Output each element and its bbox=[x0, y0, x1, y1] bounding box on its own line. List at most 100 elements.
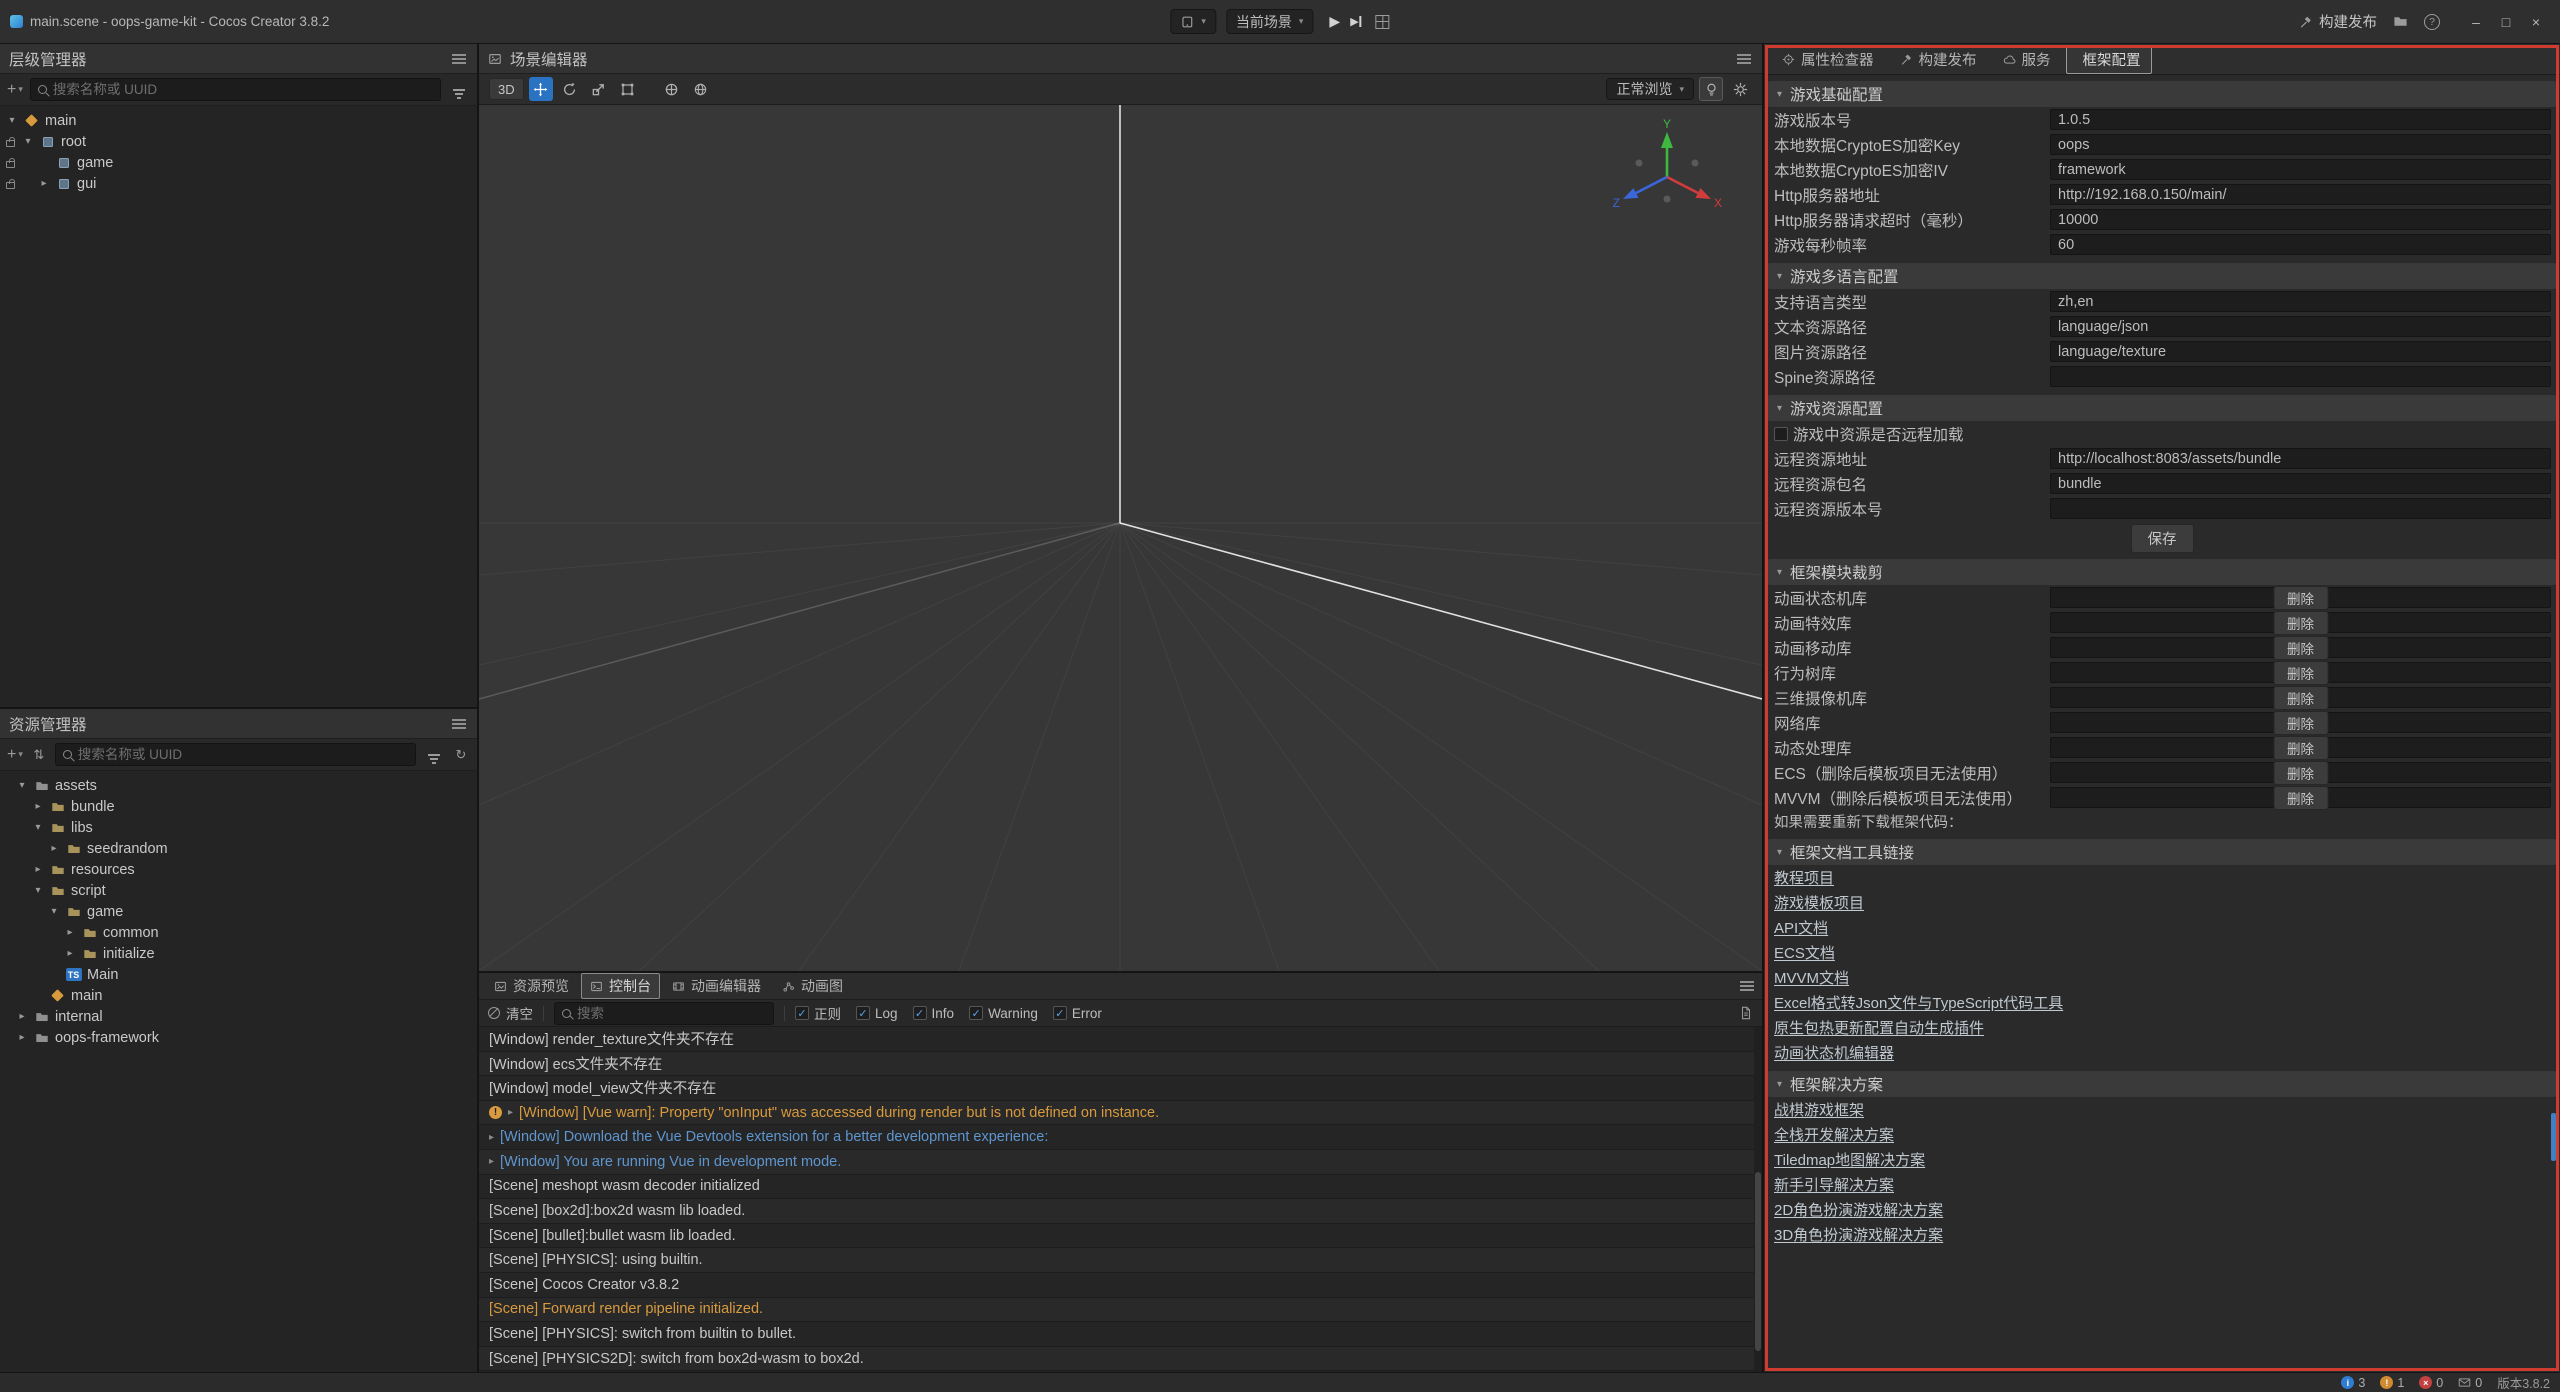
open-log-file-icon[interactable] bbox=[1739, 1006, 1753, 1020]
scene-select[interactable]: 当前场景 ▾ bbox=[1226, 9, 1314, 34]
doc-link[interactable]: 动画状态机编辑器 bbox=[1774, 1042, 1894, 1063]
inspector-scrollbar-thumb[interactable] bbox=[2551, 1113, 2556, 1161]
expand-arrow-icon[interactable]: ▸ bbox=[16, 1032, 28, 1043]
inspector-tab[interactable]: 服务 bbox=[1992, 45, 2062, 74]
build-publish-button[interactable]: 构建发布 bbox=[2299, 11, 2377, 32]
solution-link[interactable]: Tiledmap地图解决方案 bbox=[1774, 1149, 1925, 1170]
log-expand-arrow[interactable]: ▸ bbox=[508, 1107, 513, 1118]
lock-icon[interactable] bbox=[6, 182, 15, 189]
remote-load-checkbox[interactable]: 游戏中资源是否远程加载 bbox=[1774, 423, 1964, 445]
pivot-toggle-button[interactable] bbox=[660, 77, 684, 101]
delete-module-button[interactable]: 删除 bbox=[2273, 786, 2328, 810]
scrollbar-thumb[interactable] bbox=[1755, 1172, 1761, 1351]
doc-link[interactable]: API文档 bbox=[1774, 917, 1828, 938]
delete-module-button[interactable]: 删除 bbox=[2273, 586, 2328, 610]
log-row[interactable]: ! ▸ [Scene] [bullet]:bullet wasm lib loa… bbox=[479, 1224, 1762, 1249]
asset-node-row[interactable]: ▸ TS common bbox=[0, 922, 477, 943]
log-row[interactable]: ! ▸ [Scene] [PHYSICS2D]: switch from box… bbox=[479, 1347, 1762, 1372]
clear-console-button[interactable]: 清空 bbox=[488, 1003, 533, 1023]
log-row[interactable]: ! ▸ [Scene] [box2d]:box2d wasm lib loade… bbox=[479, 1199, 1762, 1224]
step-button[interactable] bbox=[1350, 15, 1361, 28]
expand-arrow-icon[interactable]: ▾ bbox=[32, 822, 44, 833]
panel-menu-icon[interactable] bbox=[452, 58, 466, 60]
scene-settings-button[interactable] bbox=[1728, 77, 1752, 101]
log-expand-arrow[interactable]: ▸ bbox=[489, 1132, 494, 1143]
property-input[interactable] bbox=[2050, 134, 2551, 155]
hierarchy-node-row[interactable]: ▾ TS main bbox=[0, 110, 477, 131]
move-tool-button[interactable] bbox=[529, 77, 553, 101]
doc-link[interactable]: MVVM文档 bbox=[1774, 967, 1849, 988]
asset-node-row[interactable]: ▾ TS assets bbox=[0, 775, 477, 796]
console-filter-checkbox[interactable]: Warning bbox=[969, 1006, 1038, 1021]
solution-link[interactable]: 2D角色扮演游戏解决方案 bbox=[1774, 1199, 1943, 1220]
panel-menu-icon[interactable] bbox=[452, 723, 466, 725]
error-count[interactable]: ×0 bbox=[2419, 1376, 2443, 1390]
open-folder-icon[interactable] bbox=[2393, 14, 2408, 29]
expand-arrow-icon[interactable]: ▸ bbox=[64, 948, 76, 959]
asset-node-row[interactable]: TS main bbox=[0, 985, 477, 1006]
help-icon[interactable]: ? bbox=[2424, 14, 2440, 30]
log-row[interactable]: ! ▸ [Window] You are running Vue in deve… bbox=[479, 1150, 1762, 1175]
log-row[interactable]: ! ▸ [Scene] [PHYSICS]: switch from built… bbox=[479, 1322, 1762, 1347]
play-button[interactable]: ▶ bbox=[1329, 13, 1340, 30]
section-resources[interactable]: ▾ 游戏资源配置 bbox=[1768, 395, 2556, 421]
console-filter-checkbox[interactable]: 正则 bbox=[795, 1003, 841, 1023]
sort-icon[interactable]: ⇅ bbox=[30, 747, 48, 763]
property-input[interactable] bbox=[2050, 448, 2551, 469]
doc-link[interactable]: ECS文档 bbox=[1774, 942, 1835, 963]
filter-icon[interactable] bbox=[428, 754, 440, 756]
delete-module-button[interactable]: 删除 bbox=[2273, 761, 2328, 785]
delete-module-button[interactable]: 删除 bbox=[2273, 736, 2328, 760]
hierarchy-node-row[interactable]: TS game bbox=[0, 152, 477, 173]
console-filter-checkbox[interactable]: Info bbox=[913, 1006, 955, 1021]
property-input[interactable] bbox=[2050, 473, 2551, 494]
asset-node-row[interactable]: ▸ TS internal bbox=[0, 1006, 477, 1027]
axis-gizmo[interactable]: Y X Z bbox=[1610, 117, 1728, 227]
log-row[interactable]: ! ▸ [Window] [Vue warn]: Property "onInp… bbox=[479, 1101, 1762, 1126]
info-count[interactable]: i3 bbox=[2341, 1376, 2365, 1390]
add-asset-button[interactable]: +▾ bbox=[7, 746, 23, 764]
property-input[interactable] bbox=[2050, 498, 2551, 519]
doc-link[interactable]: 原生包热更新配置自动生成插件 bbox=[1774, 1017, 1984, 1038]
expand-arrow-icon[interactable]: ▸ bbox=[32, 801, 44, 812]
expand-arrow-icon[interactable]: ▸ bbox=[16, 1011, 28, 1022]
property-input[interactable] bbox=[2050, 209, 2551, 230]
expand-arrow-icon[interactable]: ▾ bbox=[16, 780, 28, 791]
inspector-tab[interactable]: 框架配置 bbox=[2066, 45, 2152, 74]
inspector-tab[interactable]: 属性检查器 bbox=[1771, 45, 1885, 74]
log-row[interactable]: ! ▸ [Window] render_texture文件夹不存在 bbox=[479, 1027, 1762, 1052]
property-input[interactable] bbox=[2050, 109, 2551, 130]
console-filter-checkbox[interactable]: Log bbox=[856, 1006, 898, 1021]
log-row[interactable]: ! ▸ [Scene] Forward render pipeline init… bbox=[479, 1298, 1762, 1323]
assets-search-input[interactable] bbox=[78, 747, 408, 762]
console-filter-checkbox[interactable]: Error bbox=[1053, 1006, 1102, 1021]
delete-module-button[interactable]: 删除 bbox=[2273, 636, 2328, 660]
panel-menu-icon[interactable] bbox=[1740, 985, 1754, 987]
warning-count[interactable]: !1 bbox=[2380, 1376, 2404, 1390]
console-search-input[interactable] bbox=[577, 1006, 766, 1021]
rect-tool-button[interactable] bbox=[616, 77, 640, 101]
log-row[interactable]: ! ▸ [Scene] Cocos Creator v3.8.2 bbox=[479, 1273, 1762, 1298]
expand-arrow-icon[interactable]: ▾ bbox=[48, 906, 60, 917]
delete-module-button[interactable]: 删除 bbox=[2273, 661, 2328, 685]
asset-node-row[interactable]: ▸ TS oops-framework bbox=[0, 1027, 477, 1048]
doc-link[interactable]: Excel格式转Json文件与TypeScript代码工具 bbox=[1774, 992, 2063, 1013]
scale-tool-button[interactable] bbox=[587, 77, 611, 101]
asset-node-row[interactable]: ▾ TS game bbox=[0, 901, 477, 922]
refresh-icon[interactable]: ↻ bbox=[452, 747, 470, 763]
console-tab[interactable]: 资源预览 bbox=[485, 973, 578, 999]
preview-platform-select[interactable]: ▾ bbox=[1170, 9, 1216, 34]
hierarchy-node-row[interactable]: ▾ TS root bbox=[0, 131, 477, 152]
view-mode-select[interactable]: 正常浏览 ▾ bbox=[1606, 78, 1694, 100]
log-row[interactable]: ! ▸ [Scene] meshopt wasm decoder initial… bbox=[479, 1175, 1762, 1200]
section-docs[interactable]: ▾ 框架文档工具链接 bbox=[1768, 839, 2556, 865]
log-expand-arrow[interactable]: ▸ bbox=[489, 1156, 494, 1167]
minimize-button[interactable]: – bbox=[2462, 14, 2490, 30]
log-row[interactable]: ! ▸ [Window] model_view文件夹不存在 bbox=[479, 1076, 1762, 1101]
delete-module-button[interactable]: 删除 bbox=[2273, 711, 2328, 735]
console-tab[interactable]: 控制台 bbox=[581, 973, 660, 999]
property-input[interactable] bbox=[2050, 316, 2551, 337]
toggle-2d-3d-button[interactable]: 3D bbox=[489, 78, 524, 100]
solution-link[interactable]: 新手引导解决方案 bbox=[1774, 1174, 1894, 1195]
scene-viewport[interactable]: Y X Z bbox=[479, 105, 1762, 971]
